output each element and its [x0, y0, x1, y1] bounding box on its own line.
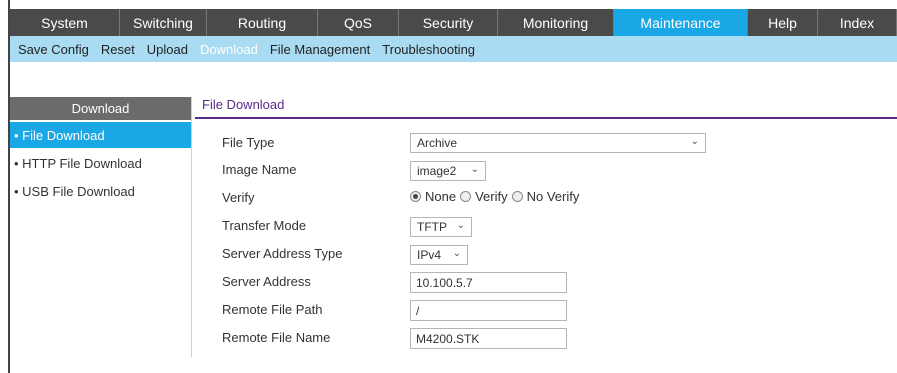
- verify-radio-group: None Verify No Verify: [410, 189, 583, 204]
- server-address-input[interactable]: 10.100.5.7: [410, 272, 567, 293]
- chevron-down-icon: ⌄: [452, 248, 461, 259]
- sidebar-item-file-download[interactable]: • File Download: [10, 122, 191, 148]
- server-address-type-select[interactable]: IPv4 ⌄: [410, 245, 468, 265]
- server-address-type-value: IPv4: [417, 248, 442, 262]
- verify-no-verify-radio[interactable]: [511, 191, 523, 202]
- sidebar-item-http-file-download[interactable]: • HTTP File Download: [10, 150, 191, 176]
- sub-nav: Save Config Reset Upload Download File M…: [10, 36, 897, 62]
- title-underline: [195, 117, 897, 119]
- sidebar-title: Download: [10, 97, 191, 120]
- server-address-type-label: Server Address Type: [222, 246, 343, 261]
- image-name-label: Image Name: [222, 162, 297, 177]
- subnav-file-management[interactable]: File Management: [270, 42, 370, 57]
- transfer-mode-select[interactable]: TFTP ⌄: [410, 217, 472, 237]
- remote-file-path-label: Remote File Path: [222, 302, 323, 317]
- verify-verify-radio[interactable]: [460, 191, 472, 202]
- chevron-down-icon: ⌄: [690, 136, 699, 147]
- verify-no-verify-label: No Verify: [526, 189, 580, 204]
- tab-monitoring[interactable]: Monitoring: [498, 9, 614, 36]
- server-address-label: Server Address: [222, 274, 311, 289]
- tab-help[interactable]: Help: [748, 9, 818, 36]
- server-address-value: 10.100.5.7: [416, 275, 473, 290]
- tab-index[interactable]: Index: [818, 9, 897, 36]
- bullet-icon: •: [14, 155, 23, 171]
- bullet-icon: •: [14, 127, 23, 143]
- remote-file-name-label: Remote File Name: [222, 330, 331, 345]
- file-type-label: File Type: [222, 135, 275, 150]
- tab-maintenance[interactable]: Maintenance: [614, 9, 748, 36]
- remote-file-path-value: /: [416, 303, 420, 318]
- transfer-mode-label: Transfer Mode: [222, 218, 307, 233]
- bullet-icon: •: [14, 183, 23, 199]
- file-type-value: Archive: [417, 136, 458, 150]
- page-title: File Download: [202, 97, 285, 112]
- tab-switching[interactable]: Switching: [120, 9, 207, 36]
- verify-none-radio[interactable]: [410, 191, 421, 202]
- tab-system[interactable]: System: [10, 9, 120, 36]
- image-name-select[interactable]: image2 ⌄: [410, 161, 486, 181]
- sidebar-item-label: File Download: [22, 127, 105, 143]
- chevron-down-icon: ⌄: [456, 220, 465, 231]
- image-name-value: image2: [417, 164, 457, 178]
- tab-routing[interactable]: Routing: [207, 9, 318, 36]
- file-type-select[interactable]: Archive ⌄: [410, 133, 706, 153]
- subnav-download[interactable]: Download: [200, 42, 258, 57]
- top-nav: System Switching Routing QoS Security Mo…: [10, 9, 897, 36]
- sidebar-item-usb-file-download[interactable]: • USB File Download: [10, 178, 191, 204]
- subnav-save-config[interactable]: Save Config: [18, 42, 89, 57]
- subnav-reset[interactable]: Reset: [101, 42, 135, 57]
- tab-security[interactable]: Security: [399, 9, 498, 36]
- transfer-mode-value: TFTP: [417, 220, 447, 234]
- sidebar-item-label: HTTP File Download: [22, 155, 142, 171]
- remote-file-path-input[interactable]: /: [410, 300, 567, 321]
- verify-none-label: None: [425, 189, 457, 204]
- sidebar-divider: [191, 97, 192, 357]
- subnav-upload[interactable]: Upload: [147, 42, 188, 57]
- remote-file-name-input[interactable]: M4200.STK: [410, 328, 567, 349]
- tab-qos[interactable]: QoS: [318, 9, 399, 36]
- remote-file-name-value: M4200.STK: [416, 331, 480, 346]
- chevron-down-icon: ⌄: [470, 164, 479, 175]
- sidebar-item-label: USB File Download: [22, 183, 135, 199]
- subnav-troubleshooting[interactable]: Troubleshooting: [382, 42, 475, 57]
- verify-label: Verify: [222, 190, 255, 205]
- verify-verify-label: Verify: [475, 189, 508, 204]
